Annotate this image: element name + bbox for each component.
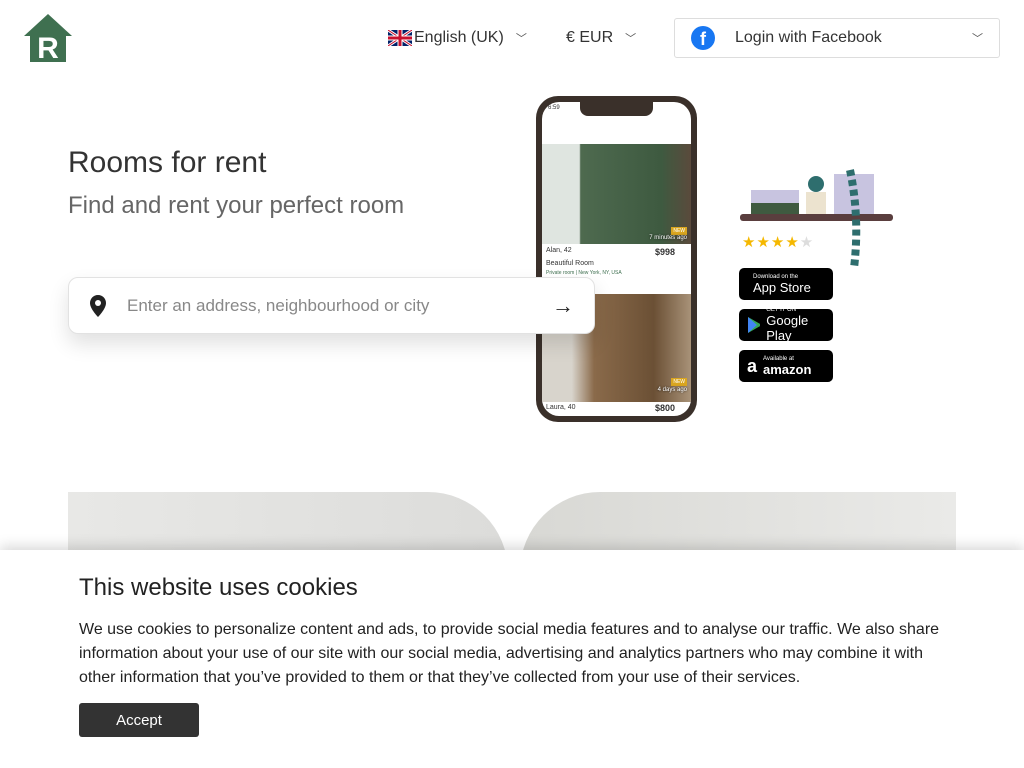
amazon-badge[interactable]: a Available at amazon: [739, 350, 833, 382]
chevron-down-icon: ﹀: [515, 33, 527, 45]
login-label: Login with Facebook: [735, 29, 882, 46]
listing-price: $800: [654, 403, 675, 413]
listing-details: Private room | New York, NY, USA: [546, 270, 622, 276]
listing-new-tag: NEW: [671, 378, 687, 386]
listing-posted-time: 7 minutes ago: [649, 235, 687, 241]
uk-flag-icon: [388, 30, 412, 46]
page-subtitle: Find and rent your perfect room: [68, 192, 405, 219]
address-search-input[interactable]: [127, 295, 552, 316]
cookie-banner: This website uses cookies We use cookies…: [0, 550, 1024, 768]
google-play-icon: [748, 317, 761, 333]
app-store-badge[interactable]: Download on the App Store: [739, 268, 833, 300]
accept-cookies-button[interactable]: Accept: [79, 703, 199, 737]
chevron-down-icon: ﹀: [972, 33, 983, 45]
listing-name: Alan, 42: [546, 247, 572, 254]
listing-posted-time: 4 days ago: [657, 387, 687, 393]
badge-big: Google Play: [766, 313, 809, 343]
listing-title: Beautiful Room: [546, 260, 594, 267]
listing-price: $998: [654, 247, 675, 257]
google-play-badge[interactable]: GET IT ON Google Play: [739, 307, 833, 343]
currency-selector[interactable]: € EUR ﹀: [566, 29, 636, 47]
svg-text:R: R: [37, 32, 59, 63]
phone-time: 6:59: [548, 105, 560, 111]
badge-big: amazon: [763, 361, 812, 377]
location-pin-icon: [90, 294, 106, 317]
cookie-text: We use cookies to personalize content an…: [79, 621, 940, 686]
chevron-down-icon: ﹀: [625, 33, 637, 45]
listing-new-tag: NEW: [671, 227, 687, 235]
language-selector[interactable]: English (UK) ﹀: [388, 29, 527, 47]
amazon-icon: a: [747, 355, 758, 376]
currency-label: € EUR: [566, 29, 614, 46]
cookie-title: This website uses cookies: [79, 574, 358, 601]
logo[interactable]: R: [24, 14, 72, 63]
badge-big: App Store: [753, 279, 811, 295]
listing-name: Laura, 40: [546, 404, 576, 411]
arrow-right-icon[interactable]: →: [552, 293, 574, 319]
rating-stars: ★★★★★: [742, 234, 815, 251]
language-label: English (UK): [414, 29, 504, 46]
shelf-plant-illustration: [740, 169, 893, 269]
facebook-icon: f: [691, 26, 715, 50]
page-title: Rooms for rent: [68, 146, 267, 179]
search-box[interactable]: →: [68, 277, 595, 334]
facebook-login-button[interactable]: f Login with Facebook ﹀: [674, 18, 1000, 58]
phone-mockup: 6:59 NEW 7 minutes ago Alan, 42 $998 Bea…: [536, 96, 697, 422]
